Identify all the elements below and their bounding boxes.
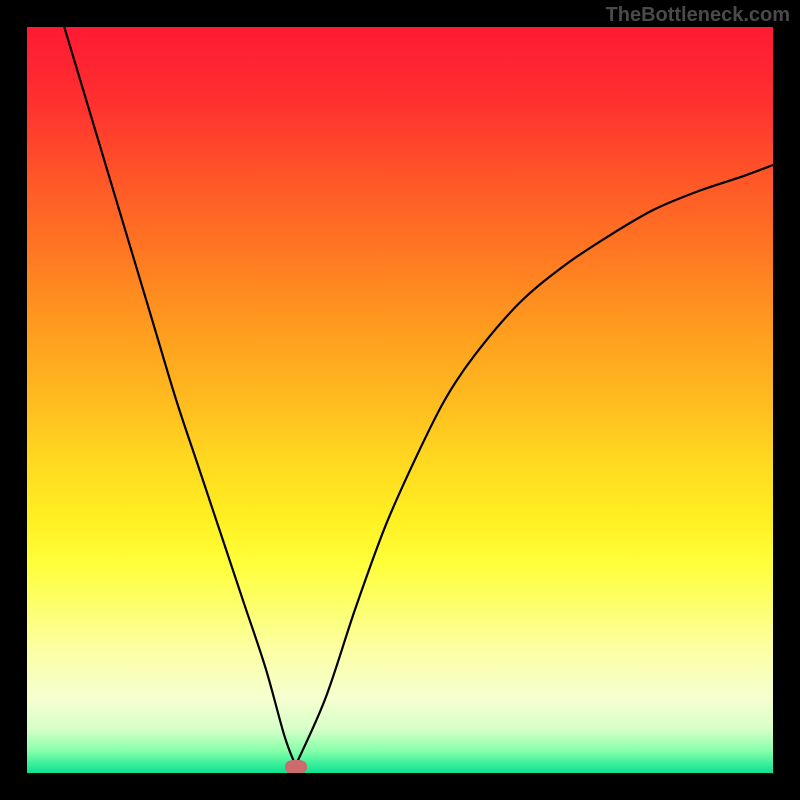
chart-plot-area (27, 27, 773, 773)
optimum-marker (285, 760, 307, 773)
attribution-text: TheBottleneck.com (606, 4, 790, 27)
bottleneck-curve (27, 27, 773, 773)
